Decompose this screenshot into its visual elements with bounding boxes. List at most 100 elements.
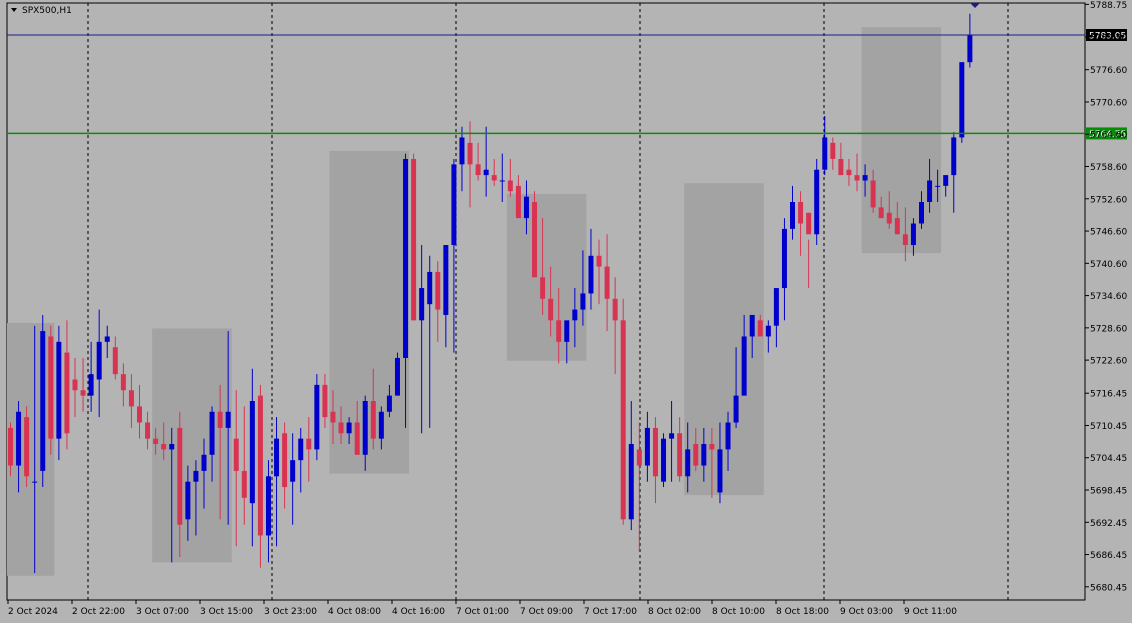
candle-body: [669, 433, 675, 439]
candle-body: [193, 470, 199, 482]
candle-body: [798, 202, 804, 224]
candle: [620, 298, 626, 525]
candle-body: [411, 158, 417, 321]
y-tick-label: 5782.70: [1090, 33, 1127, 43]
candle-body: [354, 422, 360, 455]
candle-body: [677, 433, 683, 477]
candle-body: [274, 438, 280, 477]
candle-body: [314, 384, 320, 450]
y-tick-label: 5680.45: [1090, 583, 1127, 593]
candle-body: [443, 245, 449, 315]
y-tick-label: 5758.60: [1090, 163, 1127, 173]
candle: [411, 153, 417, 321]
y-tick-label: 5692.45: [1090, 519, 1127, 529]
candle-body: [120, 374, 126, 391]
candle: [40, 314, 46, 488]
candle: [532, 191, 538, 278]
x-tick-label: 7 Oct 17:00: [584, 607, 637, 617]
candle-body: [169, 444, 175, 450]
candle: [661, 433, 667, 488]
x-tick-label: 9 Oct 11:00: [904, 607, 957, 617]
candle-body: [64, 352, 70, 434]
y-tick-label: 5740.60: [1090, 260, 1127, 270]
candle-body: [80, 390, 86, 396]
candle-body: [564, 320, 570, 342]
candle-body: [136, 406, 142, 423]
candle-body: [830, 142, 836, 159]
x-tick-label: 3 Oct 15:00: [200, 607, 253, 617]
candle-body: [483, 169, 489, 176]
candle-body: [40, 331, 46, 471]
candle: [394, 352, 400, 396]
candle-body: [701, 444, 707, 466]
session-box: [7, 323, 55, 576]
candlestick-chart[interactable]: 5783.055764.75 5788.755782.705776.605770…: [0, 0, 1132, 623]
candle-body: [959, 62, 965, 138]
candle-body: [854, 175, 860, 181]
candle-body: [451, 164, 457, 246]
candle-body: [725, 422, 731, 450]
candle-body: [693, 444, 699, 466]
candle-body: [620, 320, 626, 520]
candle-body: [346, 422, 352, 434]
candle: [959, 62, 965, 143]
y-tick-label: 5710.45: [1090, 422, 1127, 432]
candle-body: [241, 470, 247, 498]
candle-body: [112, 347, 118, 375]
candle-body: [709, 444, 715, 450]
candle-body: [951, 137, 957, 176]
y-tick-label: 5788.75: [1090, 1, 1127, 11]
candle-body: [209, 411, 215, 455]
candle-body: [217, 411, 223, 428]
candle-body: [878, 207, 884, 219]
candle-body: [104, 336, 110, 342]
y-tick-label: 5752.60: [1090, 195, 1127, 205]
session-box: [861, 27, 942, 254]
candle-body: [467, 142, 473, 165]
candle-body: [257, 395, 263, 536]
candle-body: [306, 438, 312, 450]
y-tick-label: 5728.60: [1090, 324, 1127, 334]
x-tick-label: 2 Oct 2024: [8, 607, 58, 617]
x-axis: 2 Oct 2024 2 Oct 22:00 3 Oct 07:00 3 Oct 15…: [7, 600, 957, 617]
candle-body: [249, 401, 255, 504]
candle-body: [604, 266, 610, 299]
candle-body: [846, 169, 852, 176]
candle-body: [919, 202, 925, 224]
symbol-label: SPX500,H1: [22, 6, 72, 16]
x-tick-label: 3 Oct 23:00: [264, 607, 317, 617]
candle-body: [72, 379, 78, 391]
candle: [24, 406, 30, 488]
candle-body: [870, 180, 876, 208]
candle-body: [532, 202, 538, 278]
candle-body: [298, 438, 304, 461]
candle-body: [330, 411, 336, 423]
x-tick-label: 3 Oct 07:00: [136, 607, 189, 617]
candle-body: [781, 228, 787, 289]
candle-body: [644, 427, 650, 466]
candle-body: [741, 336, 747, 396]
candle-body: [322, 384, 328, 418]
candle-body: [886, 212, 892, 224]
y-tick-label: 5746.60: [1090, 228, 1127, 238]
candle-body: [403, 158, 409, 358]
y-tick-label: 5704.45: [1090, 454, 1127, 464]
y-tick-label: 5776.60: [1090, 66, 1127, 76]
candle-body: [935, 185, 941, 187]
x-tick-label: 2 Oct 22:00: [72, 607, 125, 617]
candle-body: [822, 137, 828, 170]
candle-body: [910, 223, 916, 246]
candle-body: [499, 180, 505, 182]
candle: [814, 158, 820, 246]
candle-body: [378, 411, 384, 439]
candle-body: [282, 433, 288, 488]
candle-body: [652, 427, 658, 477]
candle-body: [16, 411, 22, 466]
x-tick-label: 4 Oct 08:00: [328, 607, 381, 617]
candle-body: [588, 255, 594, 294]
candle-body: [540, 277, 546, 299]
y-tick-label: 5686.45: [1090, 551, 1127, 561]
candle-body: [733, 395, 739, 423]
candle-body: [56, 341, 62, 439]
candle-body: [862, 175, 868, 181]
